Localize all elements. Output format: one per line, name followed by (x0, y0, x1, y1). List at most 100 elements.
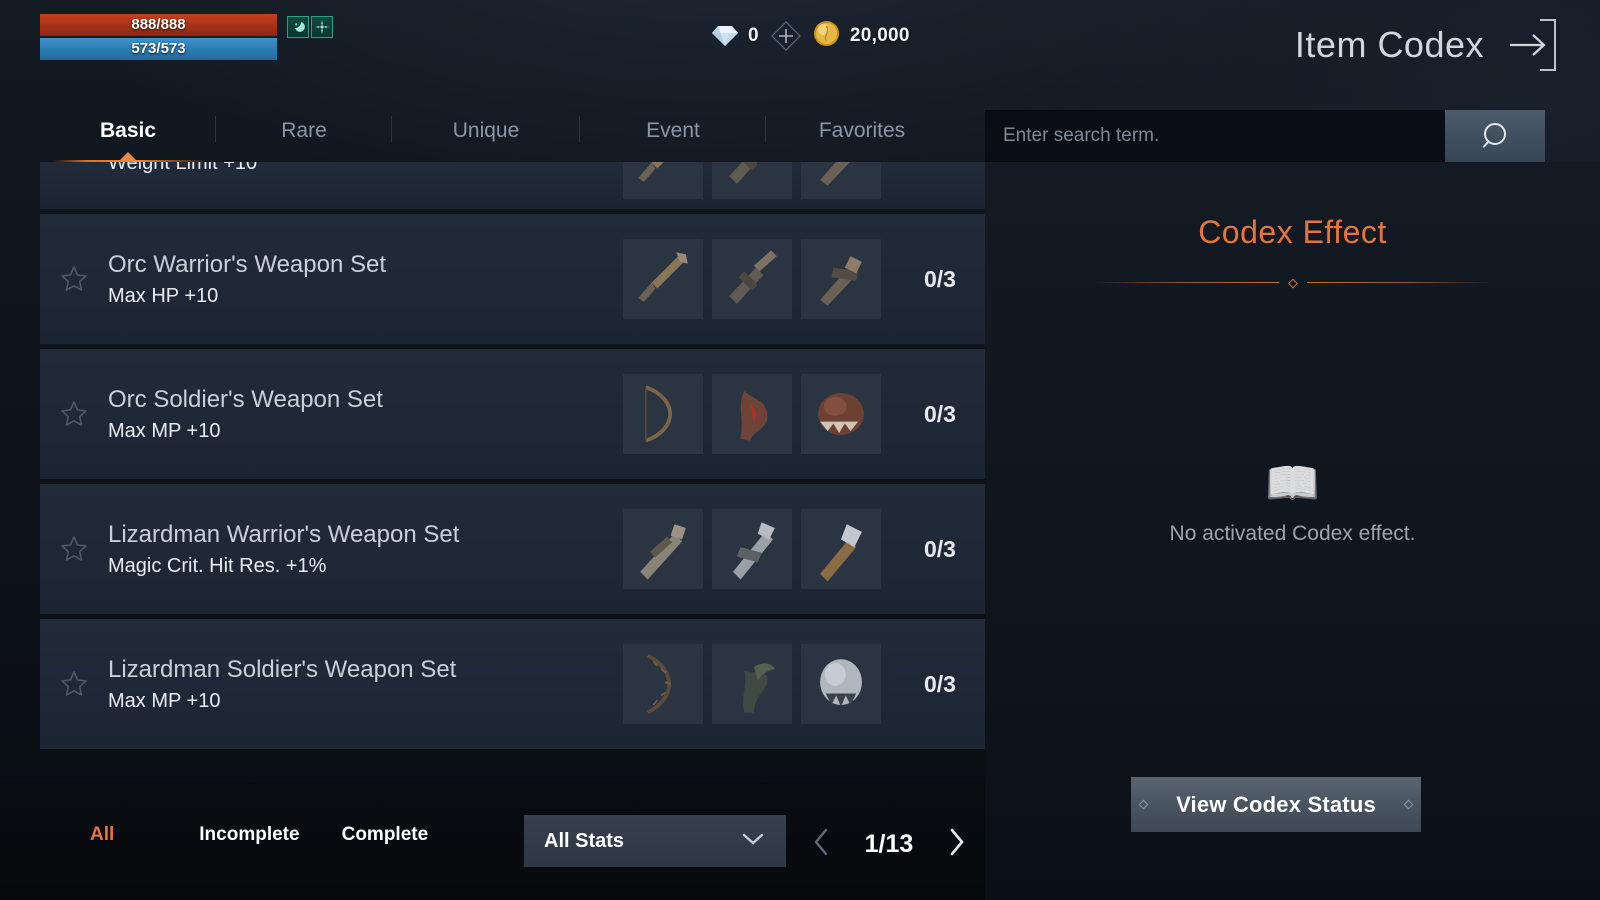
item-thumbnail[interactable] (623, 239, 703, 319)
exit-arrow-icon[interactable] (1502, 16, 1560, 74)
codex-empty-message: No activated Codex effect. (1169, 522, 1416, 545)
set-progress-count: 0/3 (924, 265, 956, 292)
tab-label: Unique (452, 119, 520, 142)
set-progress-count: 0/3 (924, 400, 956, 427)
set-name: Lizardman Warrior's Weapon Set (108, 521, 460, 548)
next-page-button[interactable] (946, 827, 966, 862)
chevron-down-icon (740, 831, 766, 852)
item-thumbnail[interactable] (623, 162, 703, 199)
codex-set-list[interactable]: Weight Limit +10 Orc Warrior's Weapon Set… (40, 162, 985, 759)
table-row[interactable]: Lizardman Warrior's Weapon Set Magic Crit… (40, 484, 985, 614)
page-header: Item Codex (1295, 16, 1560, 74)
tab-label: Event (646, 119, 700, 142)
set-info: Orc Warrior's Weapon Set Max HP +10 (108, 250, 623, 308)
set-name: Orc Warrior's Weapon Set (108, 251, 386, 278)
item-thumbnail[interactable] (712, 239, 792, 319)
hp-bar-label: 888/888 (131, 16, 186, 33)
favorite-star-icon[interactable] (40, 534, 108, 564)
item-thumbnail[interactable] (801, 162, 881, 199)
prev-page-button[interactable] (812, 827, 832, 862)
vitals-group: 888/888 573/573 (40, 14, 277, 60)
item-thumbnail[interactable] (712, 644, 792, 724)
active-tab-caret-icon (119, 152, 137, 161)
button-ornament-left-icon (1138, 799, 1149, 810)
set-item-thumbnails (623, 374, 881, 454)
diamond-currency: 0 (712, 24, 759, 48)
table-row[interactable]: Weight Limit +10 (40, 162, 985, 209)
gold-amount: 20,000 (849, 25, 910, 46)
completion-filter-group: All Incomplete Complete (90, 824, 428, 846)
codex-empty-state: 📖 No activated Codex effect. (985, 462, 1600, 546)
set-item-thumbnails (623, 239, 881, 319)
set-name: Orc Soldier's Weapon Set (108, 386, 383, 413)
diamond-icon (712, 24, 738, 48)
mp-bar-label: 573/573 (131, 40, 186, 57)
favorite-star-icon[interactable] (40, 399, 108, 429)
mp-bar: 573/573 (40, 38, 277, 60)
favorite-star-icon[interactable] (40, 669, 108, 699)
buff-icon-group (287, 16, 333, 38)
item-thumbnail[interactable] (623, 644, 703, 724)
tab-rare[interactable]: Rare (216, 100, 392, 162)
list-footer-bar: All Incomplete Complete All Stats 1/13 (0, 782, 985, 900)
item-thumbnail[interactable] (712, 509, 792, 589)
set-stat: Magic Crit. Hit Res. +1% (108, 555, 327, 577)
set-info: Lizardman Warrior's Weapon Set Magic Crit… (108, 520, 623, 578)
set-stat: Max HP +10 (108, 285, 219, 307)
search-bar (985, 110, 1545, 162)
add-currency-button[interactable] (770, 20, 802, 52)
set-item-thumbnails (623, 162, 881, 199)
currency-group: 0 20,000 (712, 20, 910, 52)
tab-unique[interactable]: Unique (392, 100, 580, 162)
set-stat: Max MP +10 (108, 420, 221, 442)
tab-label: Basic (99, 119, 157, 142)
hp-bar: 888/888 (40, 14, 277, 36)
table-row[interactable]: Lizardman Soldier's Weapon Set Max MP +10… (40, 619, 985, 749)
search-input[interactable] (985, 110, 1445, 162)
item-thumbnail[interactable] (623, 374, 703, 454)
category-tab-bar: Basic Rare Unique Event Favorites (40, 100, 985, 162)
tab-basic[interactable]: Basic (40, 100, 216, 162)
codex-effect-title: Codex Effect (1198, 214, 1387, 250)
favorite-star-icon[interactable] (40, 264, 108, 294)
gold-currency: 20,000 (813, 20, 910, 52)
tab-favorites[interactable]: Favorites (766, 100, 958, 162)
tab-event[interactable]: Event (580, 100, 766, 162)
item-thumbnail[interactable] (623, 509, 703, 589)
page-indicator: 1/13 (864, 830, 914, 858)
item-thumbnail[interactable] (801, 374, 881, 454)
search-button[interactable] (1445, 110, 1545, 162)
set-stat: Max MP +10 (108, 690, 221, 712)
set-info: Lizardman Soldier's Weapon Set Max MP +10 (108, 655, 623, 713)
item-thumbnail[interactable] (801, 644, 881, 724)
buff-icon-2[interactable] (311, 16, 333, 38)
set-info: Orc Soldier's Weapon Set Max MP +10 (108, 385, 623, 443)
table-row[interactable]: Orc Soldier's Weapon Set Max MP +10 0/3 (40, 349, 985, 479)
top-hud-bar: 888/888 573/573 0 20,000 Item Codex (0, 0, 1600, 92)
set-name: Lizardman Soldier's Weapon Set (108, 656, 457, 683)
gold-coin-icon (813, 20, 840, 52)
diamond-amount: 0 (748, 25, 759, 46)
open-book-icon: 📖 (1265, 459, 1320, 508)
stat-filter-dropdown[interactable]: All Stats (524, 815, 786, 867)
divider-line-right (1306, 282, 1493, 283)
item-thumbnail[interactable] (712, 162, 792, 199)
item-codex-screen: 888/888 573/573 0 20,000 Item Codex Basi… (0, 0, 1600, 900)
filter-all[interactable]: All (90, 824, 114, 846)
item-thumbnail[interactable] (712, 374, 792, 454)
view-codex-status-button[interactable]: View Codex Status (1131, 777, 1421, 832)
table-row[interactable]: Orc Warrior's Weapon Set Max HP +10 0/3 (40, 214, 985, 344)
item-thumbnail[interactable] (801, 239, 881, 319)
filter-complete[interactable]: Complete (342, 824, 429, 846)
button-ornament-right-icon (1403, 799, 1414, 810)
view-codex-status-label: View Codex Status (1176, 791, 1376, 817)
filter-incomplete[interactable]: Incomplete (199, 824, 299, 846)
stat-filter-label: All Stats (544, 829, 625, 852)
pagination: 1/13 (812, 827, 966, 862)
search-icon (1478, 118, 1512, 155)
buff-icon-1[interactable] (287, 16, 309, 38)
set-stat: Weight Limit +10 (108, 162, 258, 174)
item-thumbnail[interactable] (801, 509, 881, 589)
set-progress-count: 0/3 (924, 535, 956, 562)
divider-line-left (1092, 282, 1279, 283)
